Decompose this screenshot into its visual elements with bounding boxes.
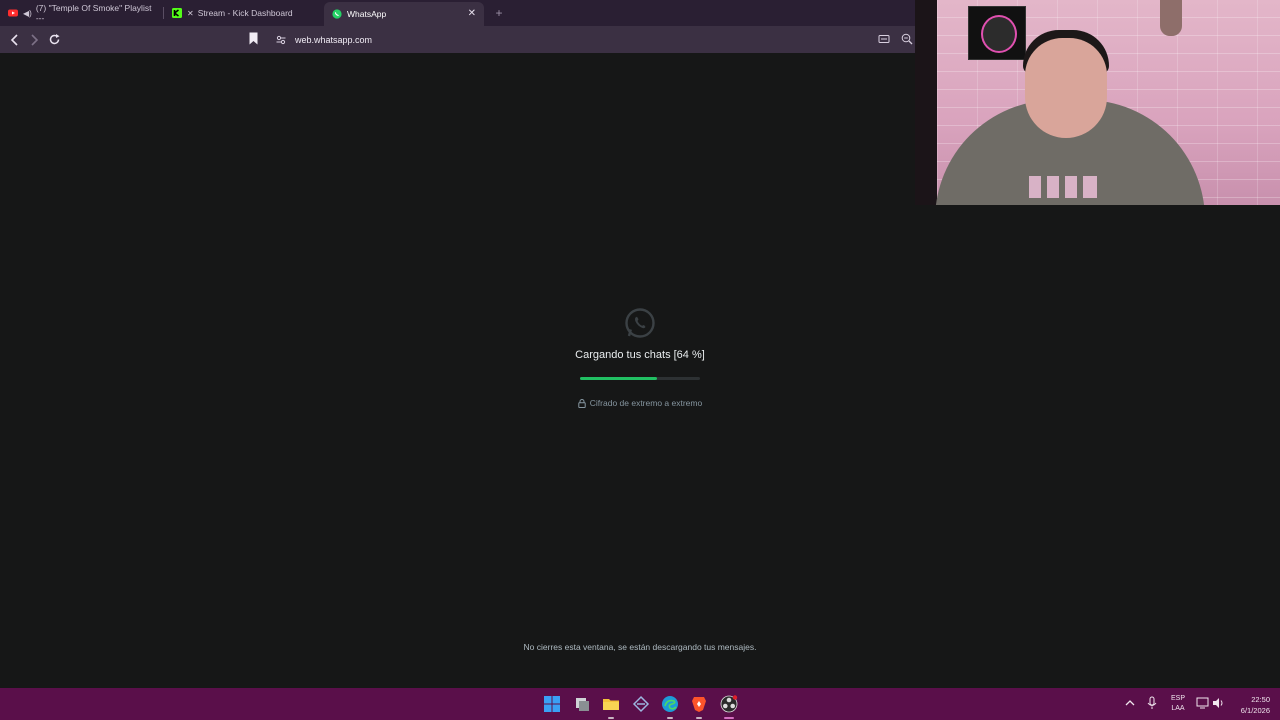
tab-label: WhatsApp: [347, 9, 387, 19]
doorway: [915, 0, 937, 205]
windows-start-icon[interactable]: [543, 695, 561, 713]
site-settings-icon[interactable]: [276, 35, 286, 45]
wall-poster: [968, 6, 1026, 60]
streamer-head: [1025, 38, 1107, 138]
brave-icon[interactable]: [690, 695, 708, 713]
tab-label: (7) "Temple Of Smoke" Playlist ---: [35, 3, 152, 23]
back-button[interactable]: [5, 30, 25, 50]
system-clock[interactable]: 22:50 6/1/2026: [1226, 694, 1270, 716]
input-language[interactable]: ESP LAA: [1169, 694, 1187, 714]
progress-fill: [580, 377, 657, 380]
running-indicator: [696, 717, 702, 719]
chevron-left-icon: [10, 33, 18, 46]
youtube-icon: [8, 9, 18, 17]
network-icon[interactable]: [1196, 697, 1209, 709]
shirt-graphic: [1029, 176, 1097, 198]
obs-icon[interactable]: [720, 695, 738, 713]
kick-icon: [172, 8, 182, 18]
clock-date: 6/1/2026: [1240, 706, 1270, 715]
speaker-icon[interactable]: ◀): [23, 9, 32, 18]
tab-strip: ◀) (7) "Temple Of Smoke" Playlist --- ✕ …: [0, 0, 915, 26]
reload-icon: [49, 34, 59, 45]
tab-youtube-playlist[interactable]: ◀) (7) "Temple Of Smoke" Playlist ---: [0, 0, 163, 26]
clock-time: 22:50: [1251, 695, 1270, 704]
tab-kick-dashboard[interactable]: ✕ Stream - Kick Dashboard: [164, 0, 324, 26]
loading-status: Cargando tus chats [64 %]: [575, 349, 705, 361]
encryption-note: Cifrado de extremo a extremo: [440, 398, 840, 408]
zoom-icon[interactable]: [901, 33, 913, 45]
encryption-label: Cifrado de extremo a extremo: [589, 398, 703, 408]
tab-whatsapp[interactable]: WhatsApp ✕: [324, 2, 484, 26]
url-field[interactable]: web.whatsapp.com: [270, 29, 870, 50]
url-text: web.whatsapp.com: [295, 34, 373, 45]
progress-bar: [580, 377, 700, 380]
bookmark-icon[interactable]: [249, 32, 258, 45]
taskbar: ESP LAA 22:50 6/1/2026: [0, 688, 1280, 720]
muted-speaker-icon[interactable]: ✕: [187, 9, 194, 18]
running-indicator: [667, 717, 673, 719]
running-indicator: [608, 717, 614, 719]
volume-icon[interactable]: [1212, 697, 1225, 709]
whatsapp-icon: [332, 9, 342, 19]
edge-icon[interactable]: [661, 695, 679, 713]
task-view-icon[interactable]: [573, 695, 591, 713]
reload-button[interactable]: [44, 30, 64, 50]
lock-icon: [578, 398, 586, 408]
wall-poster: [1160, 0, 1182, 36]
address-bar: web.whatsapp.com: [0, 26, 915, 53]
cast-icon[interactable]: [878, 33, 890, 45]
new-tab-button[interactable]: +: [488, 0, 510, 26]
close-tab-icon[interactable]: ✕: [468, 8, 476, 19]
microphone-icon[interactable]: [1146, 696, 1158, 710]
whatsapp-logo-icon: [625, 308, 655, 338]
keyboard-layout: LAA: [1171, 705, 1185, 712]
chevron-up-icon[interactable]: [1124, 697, 1136, 709]
language-code: ESP: [1170, 695, 1185, 702]
forward-button[interactable]: [24, 30, 44, 50]
tab-label: Stream - Kick Dashboard: [197, 8, 293, 18]
chevron-right-icon: [31, 33, 39, 46]
active-indicator: [724, 717, 734, 719]
download-notice: No cierres esta ventana, se están descar…: [523, 642, 757, 652]
app-icon[interactable]: [632, 695, 650, 713]
file-explorer-icon[interactable]: [602, 695, 620, 713]
webcam-overlay: [915, 0, 1280, 205]
